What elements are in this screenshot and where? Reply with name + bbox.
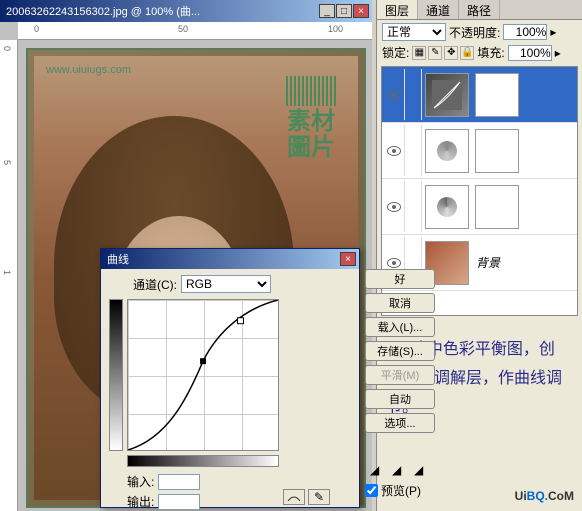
output-field[interactable] [158,494,200,510]
dropdown-icon[interactable]: ▸ [550,25,556,39]
document-titlebar[interactable]: 20063262243156302.jpg @ 100% (曲... _ □ × [0,0,372,22]
tab-paths[interactable]: 路径 [459,0,500,19]
ok-button[interactable]: 好 [365,269,435,289]
channel-label: 通道(C): [133,276,177,293]
layers-panel: 图层 通道 路径 正常 不透明度: ▸ 锁定: ▦ ✎ ✥ 🔒 填充: ▸ [376,0,582,511]
decoration-text: 素材圖片 [276,109,346,162]
layer-row-colorbalance[interactable] [382,123,577,179]
curves-dialog: 曲线 × 通道(C): RGB 输入: 输出: ✎ [100,248,360,508]
ruler-horizontal[interactable]: 0 50 100 [18,22,372,40]
eyedropper-white-icon[interactable]: ◢ [414,463,430,479]
link-column[interactable] [404,125,422,176]
layer-mask-thumb[interactable] [475,185,519,229]
barcode-icon [286,76,336,106]
channel-select[interactable]: RGB [181,275,271,293]
lock-label: 锁定: [382,44,409,61]
layer-row-curves[interactable] [382,67,577,123]
lock-brush-icon[interactable]: ✎ [428,46,442,60]
eyedropper-black-icon[interactable]: ◢ [370,463,386,479]
visibility-icon[interactable] [387,146,401,156]
load-button[interactable]: 载入(L)... [365,317,435,337]
preview-label: 预览(P) [381,482,421,499]
layer-name[interactable]: 背景 [472,254,575,271]
panel-tabs: 图层 通道 路径 [377,0,582,20]
lock-transparent-icon[interactable]: ▦ [412,46,426,60]
layer-thumb-colorbalance[interactable] [425,129,469,173]
close-button[interactable]: × [353,4,369,18]
decoration-block: 素材圖片 [276,76,346,162]
curve-graph[interactable] [127,299,279,451]
curve-pencil-tool[interactable]: ✎ [308,489,330,505]
input-field[interactable] [158,474,200,490]
curve-point-tool[interactable] [283,489,305,505]
layer-mask-thumb[interactable] [475,73,519,117]
lock-all-icon[interactable]: 🔒 [460,46,474,60]
fill-field[interactable] [508,45,552,61]
visibility-icon[interactable] [387,258,401,268]
options-button[interactable]: 选项... [365,413,435,433]
curves-close-button[interactable]: × [340,252,356,266]
layer-mask-thumb[interactable] [475,129,519,173]
fill-label: 填充: [477,44,504,61]
gradient-horizontal [127,455,279,467]
smooth-button: 平滑(M) [365,365,435,385]
tab-layers[interactable]: 图层 [377,0,418,19]
gradient-vertical [109,299,123,451]
opacity-label: 不透明度: [449,24,500,41]
lock-move-icon[interactable]: ✥ [444,46,458,60]
opacity-field[interactable] [503,24,547,40]
watermark-text: www.uiuiugs.com [46,64,131,76]
input-label: 输入: [127,473,154,490]
curve-line[interactable] [128,300,278,450]
save-button[interactable]: 存储(S)... [365,341,435,361]
cancel-button[interactable]: 取消 [365,293,435,313]
eyedropper-gray-icon[interactable]: ◢ [392,463,408,479]
maximize-button[interactable]: □ [336,4,352,18]
link-column[interactable] [404,181,422,232]
document-title: 20063262243156302.jpg @ 100% (曲... [3,3,319,19]
ruler-vertical[interactable]: 0 5 1 [0,40,18,511]
layer-thumb-huesat[interactable] [425,185,469,229]
link-column[interactable] [404,69,422,120]
layer-thumb-curves[interactable] [425,73,469,117]
preview-checkbox[interactable] [365,484,378,497]
layer-row-huesat[interactable] [382,179,577,235]
footer-logo: UiBQ.CoM [515,487,574,505]
visibility-icon[interactable] [387,90,401,100]
output-label: 输出: [127,493,154,510]
minimize-button[interactable]: _ [319,4,335,18]
dropdown-icon[interactable]: ▸ [555,46,561,60]
curves-titlebar[interactable]: 曲线 × [101,249,359,269]
auto-button[interactable]: 自动 [365,389,435,409]
visibility-icon[interactable] [387,202,401,212]
tab-channels[interactable]: 通道 [418,0,459,19]
curves-title: 曲线 [104,251,340,267]
blend-mode-select[interactable]: 正常 [382,23,446,41]
